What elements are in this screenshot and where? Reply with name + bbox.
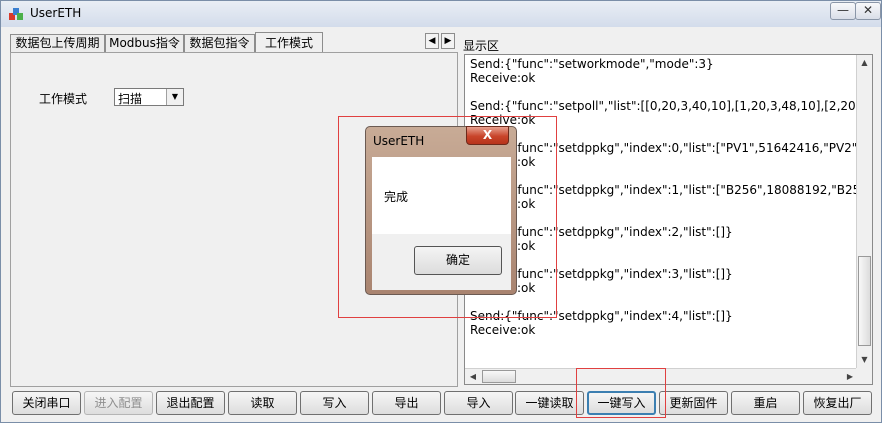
- dialog-close-button[interactable]: X: [466, 126, 509, 145]
- scroll-up-icon[interactable]: ▲: [857, 55, 872, 71]
- vertical-scrollbar[interactable]: ▲ ▼: [856, 55, 872, 368]
- work-mode-select[interactable]: 扫描 ▼: [114, 88, 184, 106]
- update-firmware-button[interactable]: 更新固件: [659, 391, 728, 415]
- one-click-read-button[interactable]: 一键读取: [515, 391, 584, 415]
- dialog-message: 完成: [384, 190, 409, 204]
- enter-config-button: 进入配置: [84, 391, 153, 415]
- log-line: Receive:ok: [470, 71, 536, 85]
- tab-scroll-right-button[interactable]: ▶: [441, 33, 455, 49]
- scrollbar-corner: [856, 368, 872, 384]
- restart-button[interactable]: 重启: [731, 391, 800, 415]
- window-close-button[interactable]: ✕: [855, 2, 881, 20]
- completion-dialog: UserETH X 完成 确定: [365, 126, 517, 295]
- window-title: UserETH: [30, 6, 82, 20]
- tab-packet-command[interactable]: 数据包指令: [184, 34, 255, 52]
- close-serial-button[interactable]: 关闭串口: [12, 391, 81, 415]
- title-bar[interactable]: UserETH — ✕: [1, 1, 881, 27]
- tab-scroll-left-button[interactable]: ◀: [425, 33, 439, 49]
- work-mode-selected-value: 扫描: [118, 92, 143, 106]
- log-line: Send:{"func":"setpoll","list":[[0,20,3,4…: [470, 99, 858, 113]
- tab-upload-period[interactable]: 数据包上传周期: [10, 34, 105, 52]
- work-mode-label: 工作模式: [39, 92, 88, 106]
- minimize-button[interactable]: —: [830, 2, 856, 20]
- log-line: Send:{"func":"setworkmode","mode":3}: [470, 57, 714, 71]
- vertical-scroll-thumb[interactable]: [858, 256, 871, 346]
- factory-reset-button[interactable]: 恢复出厂: [803, 391, 872, 415]
- horizontal-scroll-thumb[interactable]: [482, 370, 516, 383]
- dialog-body: 完成 确定: [372, 157, 511, 290]
- read-button[interactable]: 读取: [228, 391, 297, 415]
- exit-config-button[interactable]: 退出配置: [156, 391, 225, 415]
- app-icon: [9, 8, 23, 20]
- dialog-title: UserETH: [373, 134, 425, 148]
- import-button[interactable]: 导入: [444, 391, 513, 415]
- log-line: Receive:ok: [470, 323, 536, 337]
- tab-modbus-command[interactable]: Modbus指令: [105, 34, 184, 52]
- scroll-left-icon[interactable]: ◀: [465, 369, 481, 384]
- dialog-ok-button[interactable]: 确定: [414, 246, 502, 275]
- write-button[interactable]: 写入: [300, 391, 369, 415]
- highlight-box-write-button: [576, 368, 666, 418]
- display-area-label: 显示区: [463, 39, 500, 53]
- tab-work-mode[interactable]: 工作模式: [255, 32, 323, 53]
- chevron-down-icon[interactable]: ▼: [166, 89, 183, 105]
- scroll-down-icon[interactable]: ▼: [857, 352, 872, 368]
- dialog-message-area: 完成: [372, 157, 511, 234]
- export-button[interactable]: 导出: [372, 391, 441, 415]
